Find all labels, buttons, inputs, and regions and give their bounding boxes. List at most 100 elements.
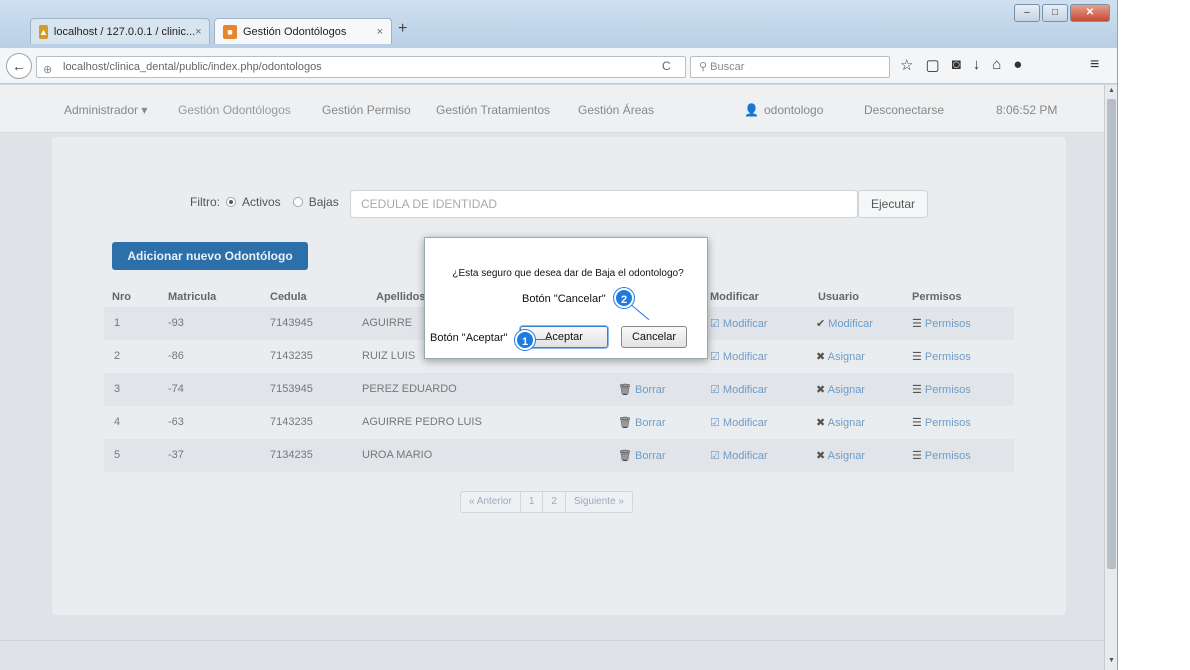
edit-icon: ☑ xyxy=(710,318,723,330)
cell-apellidos: RUIZ LUIS xyxy=(362,350,416,362)
permisos-label: Permisos xyxy=(924,318,971,330)
browser-toolbar: ← ⊕ localhost/clinica_dental/public/inde… xyxy=(0,48,1117,84)
nav-gestion-odontologos[interactable]: Gestión Odontólogos xyxy=(178,103,291,117)
minimize-button[interactable]: – xyxy=(1014,4,1040,22)
edit-icon: ☑ xyxy=(710,351,723,363)
url-text: localhost/clinica_dental/public/index.ph… xyxy=(63,61,322,73)
header-permisos: Permisos xyxy=(912,291,962,303)
usuario-link[interactable]: ✖ Asignar xyxy=(816,416,865,429)
cell-apellidos: UROA MARIO xyxy=(362,449,433,461)
chat-icon[interactable]: ● xyxy=(1013,56,1022,74)
modificar-link[interactable]: ☑ Modificar xyxy=(710,350,768,363)
header-cedula: Cedula xyxy=(270,291,307,303)
edit-icon: ☑ xyxy=(710,417,723,429)
nav-user[interactable]: odontologo xyxy=(764,103,823,117)
vertical-scrollbar[interactable]: ▲ ▼ xyxy=(1104,85,1117,670)
cross-icon: ✖ xyxy=(816,417,828,429)
modificar-link[interactable]: ☑ Modificar xyxy=(710,449,768,462)
nav-gestion-areas[interactable]: Gestión Áreas xyxy=(578,103,654,117)
pager-page-2[interactable]: 2 xyxy=(543,492,566,512)
star-icon[interactable]: ☆ xyxy=(900,56,913,74)
filter-label: Filtro: xyxy=(190,195,220,209)
usuario-label: Asignar xyxy=(827,417,865,429)
usuario-link[interactable]: ✖ Asignar xyxy=(816,383,865,396)
borrar-label: Borrar xyxy=(635,384,666,396)
nav-logout[interactable]: Desconectarse xyxy=(864,103,944,117)
list-icon: ☰ xyxy=(912,351,925,363)
radio-activos[interactable] xyxy=(226,197,236,207)
tab-label: Gestión Odontólogos xyxy=(243,25,347,38)
back-arrow-icon[interactable]: ← xyxy=(6,53,32,79)
header-nro: Nro xyxy=(112,291,131,303)
scroll-up-icon[interactable]: ▲ xyxy=(1108,87,1115,94)
permisos-link[interactable]: ☰ Permisos xyxy=(912,449,971,462)
borrar-link[interactable]: 🗑 Borrar xyxy=(618,383,666,396)
header-modificar: Modificar xyxy=(710,291,759,303)
cedula-search-input[interactable]: CEDULA DE IDENTIDAD xyxy=(350,190,858,218)
modificar-label: Modificar xyxy=(722,318,768,330)
app-navbar: Administrador ▾ Gestión Odontólogos Gest… xyxy=(0,85,1104,133)
usuario-link[interactable]: ✔ Modificar xyxy=(816,317,873,330)
pocket-icon[interactable]: ◙ xyxy=(952,56,961,74)
tab-close-icon[interactable]: × xyxy=(195,26,201,38)
modificar-label: Modificar xyxy=(722,450,768,462)
borrar-link[interactable]: 🗑 Borrar xyxy=(618,416,666,429)
pager-prev[interactable]: « Anterior xyxy=(461,492,521,512)
cell-matricula: -63 xyxy=(168,416,184,428)
list-icon: ☰ xyxy=(912,384,925,396)
cancel-button[interactable]: Cancelar xyxy=(621,326,687,348)
permisos-link[interactable]: ☰ Permisos xyxy=(912,317,971,330)
cell-cedula: 7143235 xyxy=(270,416,313,428)
hamburger-menu-icon[interactable]: ≡ xyxy=(1090,56,1099,74)
cell-matricula: -86 xyxy=(168,350,184,362)
borrar-link[interactable]: 🗑 Borrar xyxy=(618,449,666,462)
download-icon[interactable]: ↓ xyxy=(973,56,981,74)
modificar-link[interactable]: ☑ Modificar xyxy=(710,383,768,396)
footer-divider xyxy=(0,640,1104,641)
radio-bajas[interactable] xyxy=(292,197,303,207)
title-bar: ▲ localhost / 127.0.0.1 / clinic... × ■ … xyxy=(0,0,1117,48)
trash-icon: 🗑 xyxy=(618,384,636,396)
usuario-link[interactable]: ✖ Asignar xyxy=(816,350,865,363)
search-input[interactable]: ⚲ Buscar xyxy=(690,56,890,78)
tab-close-icon[interactable]: × xyxy=(377,26,383,38)
usuario-label: Asignar xyxy=(827,351,865,363)
url-bar[interactable]: ⊕ localhost/clinica_dental/public/index.… xyxy=(36,56,686,78)
maximize-button[interactable]: □ xyxy=(1042,4,1068,22)
phpmyadmin-favicon-icon: ▲ xyxy=(39,24,48,39)
permisos-link[interactable]: ☰ Permisos xyxy=(912,350,971,363)
nav-gestion-tratamientos[interactable]: Gestión Tratamientos xyxy=(436,103,550,117)
page-favicon-icon: ■ xyxy=(223,24,237,39)
tab-label: localhost / 127.0.0.1 / clinic... xyxy=(53,25,196,38)
browser-window: ▲ localhost / 127.0.0.1 / clinic... × ■ … xyxy=(0,0,1118,670)
modificar-link[interactable]: ☑ Modificar xyxy=(710,416,768,429)
trash-icon: 🗑 xyxy=(618,450,636,462)
nav-gestion-permiso[interactable]: Gestión Permiso xyxy=(322,103,411,117)
scroll-down-icon[interactable]: ▼ xyxy=(1108,657,1115,664)
page-content: Administrador ▾ Gestión Odontólogos Gest… xyxy=(0,85,1104,670)
nav-administrador[interactable]: Administrador ▾ xyxy=(64,103,147,117)
tab-gestion-odontologos[interactable]: ■ Gestión Odontólogos × xyxy=(214,18,392,44)
site-info-icon[interactable]: ⊕ xyxy=(43,60,52,80)
new-tab-button[interactable]: + xyxy=(398,20,407,38)
cell-matricula: -93 xyxy=(168,317,184,329)
cell-nro: 4 xyxy=(114,416,121,428)
table-row: 3 -74 7153945 PEREZ EDUARDO 🗑 Borrar ☑ M… xyxy=(104,373,1014,406)
clipboard-icon[interactable]: ▢ xyxy=(925,56,939,74)
permisos-link[interactable]: ☰ Permisos xyxy=(912,383,971,396)
search-icon: ⚲ xyxy=(699,61,711,73)
add-odontologo-button[interactable]: Adicionar nuevo Odontólogo xyxy=(112,242,308,270)
execute-button[interactable]: Ejecutar xyxy=(858,190,928,218)
reload-icon[interactable]: C xyxy=(662,59,671,73)
usuario-link[interactable]: ✖ Asignar xyxy=(816,449,865,462)
permisos-link[interactable]: ☰ Permisos xyxy=(912,416,971,429)
close-window-button[interactable]: ✕ xyxy=(1070,4,1110,22)
usuario-label: Asignar xyxy=(827,384,865,396)
scroll-thumb[interactable] xyxy=(1107,99,1116,569)
home-icon[interactable]: ⌂ xyxy=(992,56,1001,74)
pager-next[interactable]: Siguiente » xyxy=(566,492,632,512)
tab-phpmyadmin[interactable]: ▲ localhost / 127.0.0.1 / clinic... × xyxy=(30,18,210,44)
modificar-link[interactable]: ☑ Modificar xyxy=(710,317,768,330)
callout-accept-label: Botón "Aceptar" xyxy=(430,332,508,344)
pager-page-1[interactable]: 1 xyxy=(521,492,544,512)
